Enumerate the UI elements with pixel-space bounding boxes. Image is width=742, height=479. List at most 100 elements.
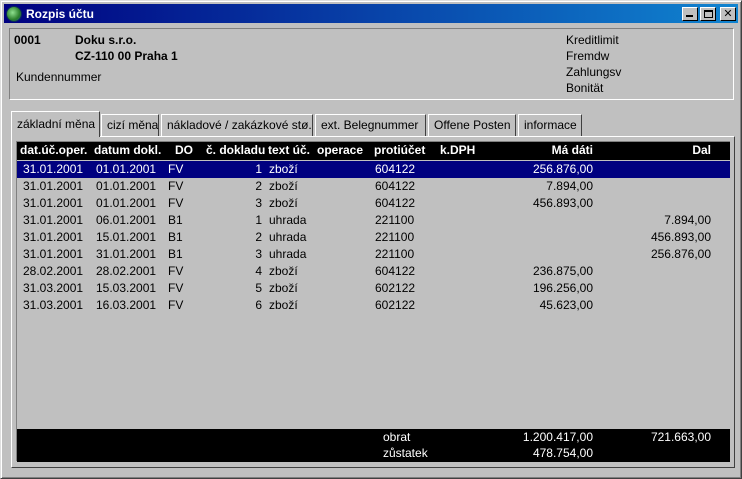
table-row[interactable]: 31.01.2001 01.01.2001 FV 3 zboží 604122 … [17,195,730,212]
table-row[interactable]: 31.03.2001 16.03.2001 FV 6 zboží 602122 … [17,297,730,314]
column-header-operation[interactable]: operace [317,142,363,159]
column-header-text[interactable]: text úč. [268,142,310,159]
table-row[interactable]: 31.01.2001 06.01.2001 B1 1 uhrada 221100… [17,212,730,229]
tab-foreign-currency[interactable]: cizí měna [101,114,159,137]
table-row[interactable]: 31.01.2001 01.01.2001 FV 1 zboží 604122 … [17,161,730,178]
text-cell: uhrada [269,247,307,261]
posting-date-cell: 31.01.2001 [23,247,84,261]
document-date-cell: 16.03.2001 [96,298,157,312]
document-type-cell: B1 [168,247,183,261]
debit-cell: 236.875,00 [532,264,593,278]
posting-date-cell: 31.03.2001 [23,281,84,295]
table-row[interactable]: 31.01.2001 01.01.2001 FV 2 zboží 604122 … [17,178,730,195]
document-number-cell: 2 [255,179,262,193]
document-number-cell: 1 [255,162,262,176]
table-row[interactable]: 31.01.2001 15.01.2001 B1 2 uhrada 221100… [17,229,730,246]
posting-date-cell: 31.01.2001 [23,213,84,227]
account-breakdown-window: Rozpis účtu ✕ 0001 Doku s.r.o. CZ-110 00… [0,0,742,479]
tab-open-items[interactable]: Offene Posten [428,114,516,137]
company-address: CZ-110 00 Praha 1 [75,49,178,63]
account-header-panel: 0001 Doku s.r.o. CZ-110 00 Praha 1 Kunde… [9,28,734,100]
tab-cost-centers[interactable]: nákladové / zakázkové stø. [161,114,313,137]
document-number-cell: 6 [255,298,262,312]
credit-cell: 256.876,00 [650,247,711,261]
posting-date-cell: 28.02.2001 [23,264,84,278]
table-row[interactable]: 31.03.2001 15.03.2001 FV 5 zboží 602122 … [17,280,730,297]
column-header-contra-account[interactable]: protiúčet [374,142,425,159]
contra-account-cell: 602122 [375,281,416,295]
table-row[interactable]: 28.02.2001 28.02.2001 FV 4 zboží 604122 … [17,263,730,280]
window-title: Rozpis účtu [26,6,94,21]
document-number-cell: 1 [255,213,262,227]
document-number-cell: 5 [255,281,262,295]
posting-date-cell: 31.01.2001 [23,162,84,176]
posting-date-cell: 31.01.2001 [23,230,84,244]
close-button[interactable]: ✕ [720,6,736,21]
turnover-credit-total: 721.663,00 [650,430,711,444]
contra-account-cell: 604122 [375,179,416,193]
turnover-debit-total: 1.200.417,00 [522,430,593,444]
document-number-cell: 3 [255,247,262,261]
tab-strip: základní měna cizí měna nákladové / zaká… [11,111,735,137]
document-type-cell: B1 [168,213,183,227]
customer-number-label: Kundennummer [16,70,102,84]
document-date-cell: 01.01.2001 [96,179,157,193]
tab-content-panel: dat.úč.oper. datum dokl. DO č. dokladu t… [11,136,735,468]
document-date-cell: 01.01.2001 [96,162,157,176]
document-date-cell: 15.01.2001 [96,230,157,244]
ledger-grid[interactable]: dat.úč.oper. datum dokl. DO č. dokladu t… [16,141,730,462]
column-header-document-date[interactable]: datum dokl. [94,142,161,159]
contra-account-cell: 604122 [375,196,416,210]
document-type-cell: FV [168,264,184,278]
minimize-icon [686,14,693,17]
document-type-cell: FV [168,281,184,295]
column-header-document-number[interactable]: č. dokladu [206,142,265,159]
credit-cell [617,263,711,280]
document-type-cell: FV [168,298,184,312]
tab-information[interactable]: informace [518,114,582,137]
contra-account-cell: 221100 [375,213,415,227]
document-type-cell: FV [168,162,184,176]
credit-cell [617,280,711,297]
credit-cell [617,195,711,212]
credit-cell: 7.894,00 [664,213,711,227]
title-bar[interactable]: Rozpis účtu ✕ [4,4,738,23]
contra-account-cell: 221100 [375,230,415,244]
tab-ext-document-number[interactable]: ext. Belegnummer [315,114,426,137]
debit-cell [497,212,593,229]
text-cell: zboží [269,196,298,210]
credit-rating-label: Bonität [566,81,604,95]
debit-cell: 7.894,00 [546,179,593,193]
minimize-button[interactable] [682,6,698,21]
column-header-vat-code[interactable]: k.DPH [440,142,475,159]
contra-account-cell: 604122 [375,162,416,176]
text-cell: zboží [269,179,298,193]
company-name: Doku s.r.o. [75,33,137,47]
column-header-debit[interactable]: Má dáti [517,142,593,159]
column-header-posting-date[interactable]: dat.úč.oper. [20,142,87,159]
table-row[interactable]: 31.01.2001 31.01.2001 B1 3 uhrada 221100… [17,246,730,263]
contra-account-cell: 604122 [375,264,416,278]
text-cell: uhrada [269,213,307,227]
balance-label: zůstatek [383,446,428,460]
contra-account-cell: 602122 [375,298,416,312]
document-date-cell: 01.01.2001 [96,196,157,210]
balance-debit-total: 478.754,00 [532,446,593,460]
maximize-button[interactable] [700,6,716,21]
app-globe-icon[interactable] [6,5,22,22]
document-number-cell: 3 [255,196,262,210]
posting-date-cell: 31.03.2001 [23,298,84,312]
debit-cell: 196.256,00 [532,281,593,295]
credit-cell: 456.893,00 [650,230,711,244]
contra-account-cell: 221100 [375,247,415,261]
tab-base-currency[interactable]: základní měna [11,111,100,137]
text-cell: zboží [269,264,298,278]
text-cell: zboží [269,281,298,295]
document-date-cell: 06.01.2001 [96,213,157,227]
payment-terms-label: Zahlungsv [566,65,622,79]
turnover-label: obrat [383,430,411,444]
column-header-credit[interactable]: Dal [627,142,711,159]
column-header-document-type[interactable]: DO [175,142,193,159]
grid-header: dat.úč.oper. datum dokl. DO č. dokladu t… [17,142,730,160]
debit-cell: 456.893,00 [532,196,593,210]
